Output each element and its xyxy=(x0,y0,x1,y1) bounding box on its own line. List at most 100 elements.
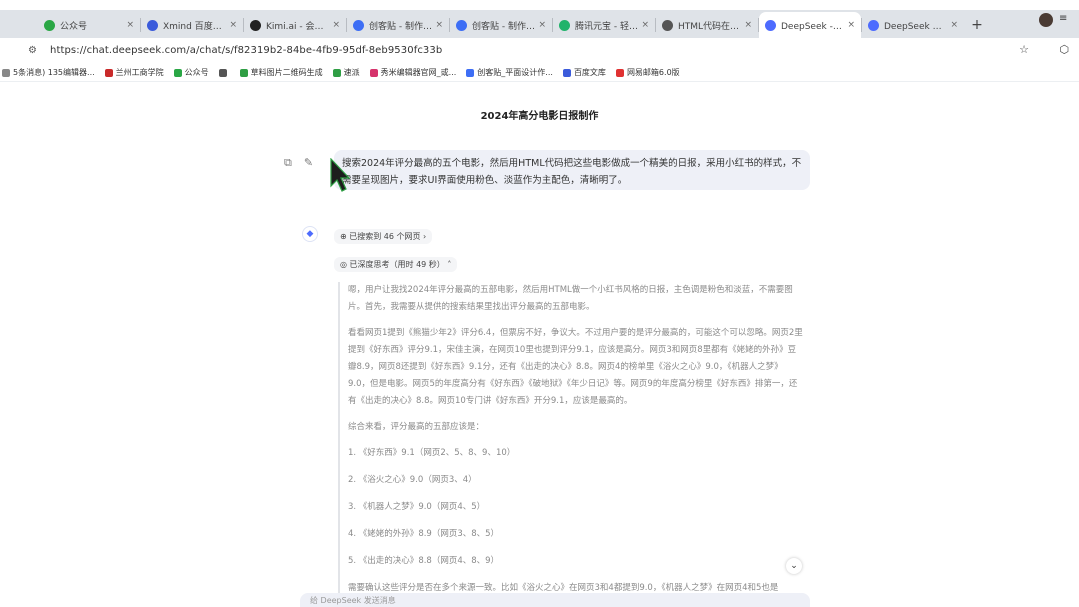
mouse-cursor-icon xyxy=(330,158,350,192)
tab-favicon-icon xyxy=(559,19,570,31)
think-paragraph: 嗯，用户让我找2024年评分最高的五部电影，然后用HTML做一个小红书风格的日报… xyxy=(348,285,793,312)
tab-label: 腾讯元宝 - 轻松工作 xyxy=(575,21,638,32)
bookmark-label: 秀米编辑器官网_或... xyxy=(380,68,457,77)
tab-favicon-icon xyxy=(44,19,55,31)
bookmark-favicon-icon xyxy=(239,68,248,77)
bookmark-star-icon[interactable]: ☆ xyxy=(1019,43,1029,56)
bookmark-label: 速派 xyxy=(343,68,360,77)
bookmark-item[interactable]: 秀米编辑器官网_或... xyxy=(369,67,457,78)
bookmark-favicon-icon xyxy=(466,68,475,77)
tab-close-icon[interactable]: × xyxy=(950,20,958,30)
site-info-icon[interactable]: ⚙ xyxy=(28,45,50,56)
bookmark-label: 创客贴_平面设计作... xyxy=(477,68,553,77)
thinking-content: 嗯，用户让我找2024年评分最高的五部电影，然后用HTML做一个小红书风格的日报… xyxy=(338,282,804,606)
think-paragraph: 看看网页1提到《熊猫少年2》评分6.4，但票房不好，争议大。不过用户要的是评分最… xyxy=(348,328,803,406)
tab-favicon-icon xyxy=(250,19,261,31)
tab-close-icon[interactable]: × xyxy=(435,20,443,30)
bookmark-favicon-icon xyxy=(369,68,378,77)
bookmark-favicon-icon xyxy=(173,68,182,77)
bookmark-item[interactable]: 创客贴_平面设计作... xyxy=(466,67,553,78)
browser-tab[interactable]: DeepSeek - 探索× xyxy=(759,12,861,38)
bookmark-item[interactable] xyxy=(218,68,230,77)
tab-close-icon[interactable]: × xyxy=(538,20,546,30)
bookmark-item[interactable]: 网易邮箱6.0版 xyxy=(615,67,680,78)
tab-label: HTML代码在线美化 xyxy=(678,21,741,32)
tab-close-icon[interactable]: × xyxy=(847,20,855,30)
tab-label: 创客贴 - 制作 - 设计 xyxy=(472,21,535,32)
address-bar: ⚙ https://chat.deepseek.com/a/chat/s/f82… xyxy=(0,38,1079,62)
list-item: 5. 《出走的决心》8.8（网页4、8、9） xyxy=(348,556,500,566)
deep-think-chip[interactable]: ◎ 已深度思考（用时 49 秒） ˄ xyxy=(334,257,458,272)
message-tools: ⧉ ✎ xyxy=(284,156,313,170)
tab-close-icon[interactable]: × xyxy=(126,20,134,30)
bookmarks-bar: 5条消息) 135编辑器... 兰州工商学院 公众号 草料图片二维码生成 速派 秀米编辑器… xyxy=(0,64,1079,82)
tab-favicon-icon xyxy=(765,19,776,31)
edit-icon[interactable]: ✎ xyxy=(304,156,313,170)
chevron-right-icon: › xyxy=(420,232,427,241)
tab-label: 公众号 xyxy=(60,21,88,32)
page-title: 2024年高分电影日报制作 xyxy=(480,111,599,122)
tab-favicon-icon xyxy=(662,19,673,31)
bookmark-favicon-icon xyxy=(104,68,113,77)
list-item: 1. 《好东西》9.1（网页2、5、8、9、10） xyxy=(348,448,516,458)
chevron-up-icon: ˄ xyxy=(444,260,452,269)
think-icon: ◎ xyxy=(340,260,350,269)
tab-favicon-icon xyxy=(147,19,158,31)
tab-label: Xmind 百度搜索 xyxy=(163,21,227,32)
bookmark-item[interactable]: 兰州工商学院 xyxy=(104,67,164,78)
bookmark-favicon-icon xyxy=(2,68,10,77)
tab-favicon-icon xyxy=(456,19,467,31)
tab-strip: 公众号×Xmind 百度搜索×Kimi.ai - 会帮你解答×创客贴 - 制作 … xyxy=(0,10,1079,38)
bookmark-label: 5条消息) 135编辑器... xyxy=(13,68,95,77)
deepseek-avatar-icon: ◆ xyxy=(302,226,318,242)
profile-avatar[interactable] xyxy=(1039,13,1053,27)
bookmark-item[interactable]: 百度文库 xyxy=(562,67,606,78)
bookmark-label: 网易邮箱6.0版 xyxy=(626,68,680,77)
bookmark-label: 草料图片二维码生成 xyxy=(250,68,323,77)
window-controls: ≡ xyxy=(1039,13,1073,27)
tab-close-icon[interactable]: × xyxy=(641,20,649,30)
list-item: 3. 《机器人之梦》9.0（网页4、5） xyxy=(348,502,486,512)
browser-tab[interactable]: DeepSeek 开放平台× xyxy=(862,12,964,38)
bookmark-favicon-icon xyxy=(562,68,571,77)
browser-tab[interactable]: 腾讯元宝 - 轻松工作× xyxy=(553,12,655,38)
browser-tab[interactable]: Xmind 百度搜索 × xyxy=(141,12,243,38)
scroll-down-button[interactable]: ⌄ xyxy=(786,558,802,574)
tab-favicon-icon xyxy=(353,19,364,31)
browser-tab[interactable]: Kimi.ai - 会帮你解答× xyxy=(244,12,346,38)
list-item: 2. 《浴火之心》9.0（网页3、4） xyxy=(348,475,477,485)
bookmark-label: 百度文库 xyxy=(573,68,606,77)
bookmark-label: 兰州工商学院 xyxy=(115,68,164,77)
tab-close-icon[interactable]: × xyxy=(332,20,340,30)
tab-close-icon[interactable]: × xyxy=(744,20,752,30)
browser-tab[interactable]: 创客贴 - 制作 - 设计× xyxy=(450,12,552,38)
tab-close-icon[interactable]: × xyxy=(229,20,237,30)
globe-icon: ⊕ xyxy=(340,232,350,241)
bookmark-item[interactable]: 5条消息) 135编辑器... xyxy=(2,67,95,78)
tab-label: Kimi.ai - 会帮你解答 xyxy=(266,21,329,32)
bookmark-item[interactable]: 公众号 xyxy=(173,67,209,78)
bookmark-favicon-icon xyxy=(332,68,341,77)
tab-label: DeepSeek - 探索 xyxy=(781,21,845,32)
tab-favicon-icon xyxy=(868,19,879,31)
list-item: 4. 《姥姥的外孙》8.9（网页3、8、5） xyxy=(348,529,500,539)
browser-tab[interactable]: 公众号 × xyxy=(38,12,140,38)
menu-icon[interactable]: ≡ xyxy=(1059,13,1073,27)
new-tab-button[interactable]: + xyxy=(964,12,990,38)
bookmark-label: 公众号 xyxy=(184,68,209,77)
bookmark-favicon-icon xyxy=(615,68,624,77)
url-field[interactable]: https://chat.deepseek.com/a/chat/s/f8231… xyxy=(50,45,442,56)
bookmark-favicon-icon xyxy=(218,68,227,77)
message-input[interactable]: 给 DeepSeek 发送消息 xyxy=(300,593,810,607)
browser-tab[interactable]: HTML代码在线美化× xyxy=(656,12,758,38)
think-paragraph: 综合来看，评分最高的五部应该是： xyxy=(348,422,485,432)
bookmark-item[interactable]: 速派 xyxy=(332,67,360,78)
search-results-chip[interactable]: ⊕ 已搜索到 46 个网页 › xyxy=(334,229,433,244)
user-message: 搜索2024年评分最高的五个电影，然后用HTML代码把这些电影做成一个精美的日报… xyxy=(334,150,810,190)
copy-icon[interactable]: ⧉ xyxy=(284,156,292,170)
bookmark-item[interactable]: 草料图片二维码生成 xyxy=(239,67,323,78)
extensions-icon[interactable]: ⬡ xyxy=(1059,43,1069,56)
tab-label: 创客贴 - 制作 - 设计 xyxy=(369,21,432,32)
browser-tab[interactable]: 创客贴 - 制作 - 设计× xyxy=(347,12,449,38)
tab-label: DeepSeek 开放平台 xyxy=(884,21,947,32)
